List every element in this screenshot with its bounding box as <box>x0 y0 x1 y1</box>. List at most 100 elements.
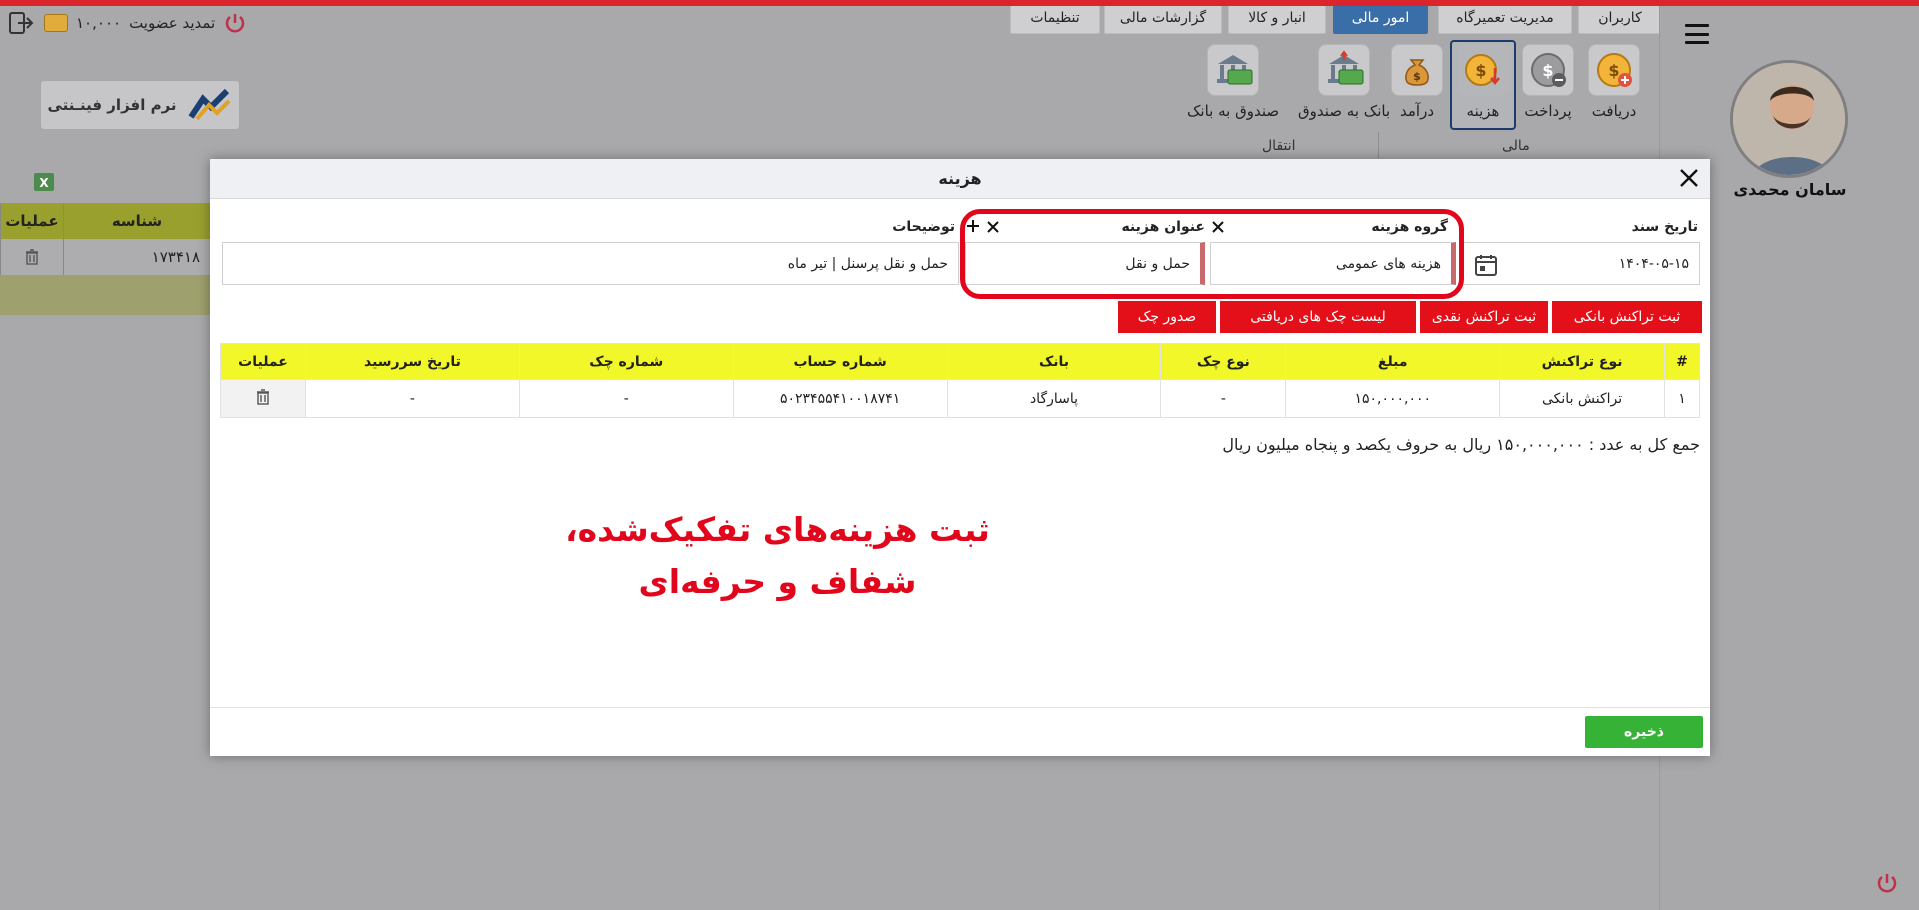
col-operations: عملیات <box>219 343 307 380</box>
description-label: توضیحات <box>892 219 955 235</box>
col-check-type: نوع چک <box>1160 343 1287 380</box>
cell-check-number: - <box>518 379 734 418</box>
transactions-table: # نوع تراکنش مبلغ نوع چک بانک شماره حساب… <box>219 343 1700 418</box>
cell-bank: پاسارگاد <box>946 379 1162 418</box>
tab-settings[interactable]: تنظیمات <box>1010 2 1100 34</box>
ribbon-receive-label: دریافت <box>1591 102 1637 120</box>
menu-icon[interactable] <box>1685 24 1709 44</box>
total-amount-text: جمع کل به عدد : ۱۵۰,۰۰۰,۰۰۰ ریال به حروف… <box>1222 435 1700 454</box>
bg-row-id: ۱۷۳۴۱۸ <box>63 239 210 275</box>
cell-amount: ۱۵۰,۰۰۰,۰۰۰ <box>1285 379 1501 418</box>
clear-title-icon[interactable] <box>985 219 1001 235</box>
promo-line-2: شفاف و حرفه‌ای <box>638 562 917 601</box>
ribbon-cash-to-bank-label: صندوق به بانک <box>1187 102 1280 120</box>
ribbon-income-button[interactable]: $ درآمد <box>1391 44 1443 120</box>
background-list: عملیات شناسه ۱۷۳۴۱۸ <box>0 203 210 315</box>
ribbon-expense-label: هزینه <box>1466 102 1500 120</box>
ribbon-payment-button[interactable]: $ پرداخت <box>1522 44 1574 120</box>
table-row[interactable]: ۱۷۳۴۱۸ <box>0 239 210 275</box>
tab-finance[interactable]: امور مالی <box>1333 2 1428 34</box>
bank-to-cash-icon <box>1318 44 1371 96</box>
expense-group-field[interactable]: هزینه های عمومی <box>1210 242 1456 285</box>
trash-icon[interactable] <box>0 239 63 275</box>
table-header-row: # نوع تراکنش مبلغ نوع چک بانک شماره حساب… <box>219 343 1700 380</box>
tab-financial-reports[interactable]: گزارشات مالی <box>1104 2 1222 34</box>
cell-operations <box>219 379 307 418</box>
logout-icon[interactable] <box>6 9 36 37</box>
ribbon-income-label: درآمد <box>1400 102 1434 120</box>
background-list-header: عملیات شناسه <box>0 203 210 239</box>
trash-icon[interactable] <box>256 388 270 405</box>
calendar-icon[interactable] <box>1474 253 1498 277</box>
expense-group-value: هزینه های عمومی <box>1335 255 1441 272</box>
cell-due-date: - <box>305 379 520 418</box>
cell-index: ۱ <box>1664 379 1700 418</box>
cash-to-bank-icon <box>1207 44 1260 96</box>
expense-title-label: عنوان هزینه <box>1121 219 1205 235</box>
tab-inventory[interactable]: انبار و کالا <box>1228 2 1326 34</box>
bg-col-operations: عملیات <box>0 203 63 239</box>
dialog-title: هزینه <box>938 169 982 188</box>
add-title-icon[interactable] <box>965 218 981 234</box>
svg-text:$: $ <box>1608 61 1619 80</box>
expense-dialog: هزینه تاریخ سند گروه هزینه عنوان هزینه ت… <box>210 159 1710 756</box>
expense-title-field[interactable]: حمل و نقل <box>965 242 1205 285</box>
date-value: ۱۴۰۴-۰۵-۱۵ <box>1618 255 1689 272</box>
avatar[interactable] <box>1730 60 1848 178</box>
svg-text:$: $ <box>1542 61 1553 80</box>
dialog-footer-divider <box>210 707 1710 708</box>
promo-line-1: ثبت هزینه‌های تفکیک‌شده، <box>565 510 990 549</box>
money-bag-icon: $ <box>1391 44 1443 96</box>
ribbon-receive-button[interactable]: $ دریافت <box>1588 44 1640 120</box>
brand-mark-icon <box>188 88 230 121</box>
cell-transaction-type: تراکنش بانکی <box>1499 379 1666 418</box>
credit-balance: ۱۰,۰۰۰ <box>76 14 122 32</box>
ribbon-cash-to-bank-button[interactable]: صندوق به بانک <box>1187 44 1279 120</box>
expense-title-value: حمل و نقل <box>1125 255 1190 272</box>
col-check-number: شماره چک <box>518 343 734 380</box>
sidebar-power-icon[interactable] <box>1876 872 1900 896</box>
ribbon-separator <box>1378 132 1379 158</box>
cash-transaction-button[interactable]: ثبت تراکنش نقدی <box>1420 301 1548 333</box>
col-transaction-type: نوع تراکنش <box>1499 343 1666 380</box>
top-accent-line <box>0 0 1919 6</box>
user-name: سامان محمدی <box>1733 180 1847 199</box>
bg-col-id: شناسه <box>63 203 210 239</box>
close-icon[interactable] <box>1676 165 1702 191</box>
col-due-date: تاریخ سررسید <box>305 343 520 380</box>
cell-check-type: - <box>1160 379 1287 418</box>
svg-text:$: $ <box>1475 61 1486 80</box>
col-amount: مبلغ <box>1285 343 1501 380</box>
ribbon-bank-to-cash-button[interactable]: بانک به صندوق <box>1298 44 1390 120</box>
tab-repair-management[interactable]: مدیریت تعمیرگاه <box>1438 2 1572 34</box>
clear-group-icon[interactable] <box>1210 219 1226 235</box>
description-value: حمل و نقل پرسنل | تیر ماه <box>787 255 948 272</box>
coin-plus-icon: $ <box>1588 44 1640 96</box>
svg-text:X: X <box>39 176 49 190</box>
coin-down-icon: $ <box>1457 44 1509 96</box>
issue-check-button[interactable]: صدور چک <box>1118 301 1216 333</box>
received-checks-button[interactable]: لیست چک های دریافتی <box>1220 301 1416 333</box>
bank-transaction-button[interactable]: ثبت تراکنش بانکی <box>1552 301 1702 333</box>
tab-users[interactable]: کاربران <box>1578 2 1662 34</box>
description-field[interactable]: حمل و نقل پرسنل | تیر ماه <box>222 242 959 285</box>
ribbon-expense-button[interactable]: $ هزینه <box>1457 44 1509 120</box>
brand-logo: نرم افزار فینـنتی <box>40 80 240 130</box>
cell-account-number: ۵۰۲۳۴۵۵۴۱۰۰۱۸۷۴۱ <box>732 379 948 418</box>
save-button[interactable]: ذخیره <box>1585 716 1703 748</box>
excel-export-icon[interactable]: X <box>32 170 56 194</box>
svg-text:$: $ <box>1413 70 1421 83</box>
dialog-header: هزینه <box>210 159 1710 199</box>
brand-name: نرم افزار فینـنتی <box>47 96 177 114</box>
membership-renew-link[interactable]: تمدید عضویت <box>129 14 215 32</box>
table-row[interactable]: ۱ تراکنش بانکی ۱۵۰,۰۰۰,۰۰۰ - پاسارگاد ۵۰… <box>219 379 1700 418</box>
ribbon-group-financial: مالی <box>1502 138 1530 154</box>
power-icon[interactable] <box>223 11 247 35</box>
top-left-bar: ۱۰,۰۰۰ تمدید عضویت <box>6 8 247 38</box>
coin-minus-icon: $ <box>1522 44 1574 96</box>
col-account-number: شماره حساب <box>732 343 948 380</box>
background-list-empty-row <box>0 275 210 315</box>
expense-group-label: گروه هزینه <box>1371 219 1448 235</box>
wallet-icon <box>44 14 68 32</box>
ribbon-group-transfer: انتقال <box>1262 138 1296 154</box>
